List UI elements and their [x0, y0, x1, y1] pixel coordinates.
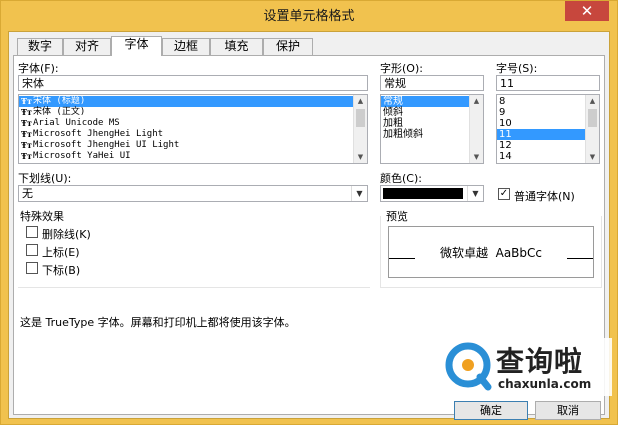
tab-protection[interactable]: 保护	[263, 38, 313, 55]
tab-fill[interactable]: 填充	[210, 38, 263, 55]
chevron-down-icon[interactable]: ▼	[467, 186, 483, 201]
font-list-item-label: Microsoft JhengHei UI Light	[33, 140, 180, 150]
size-list-item-label: 8	[499, 96, 506, 107]
truetype-icon: Ŧт	[21, 129, 32, 139]
subscript-checkbox[interactable]	[26, 262, 38, 274]
tab-font[interactable]: 字体	[111, 36, 162, 56]
style-label: 字形(O):	[380, 62, 423, 75]
font-list-item[interactable]: Ŧт Arial Unicode MS	[19, 118, 367, 129]
font-list-item[interactable]: Ŧт 宋体 (标题)	[19, 96, 367, 107]
font-list-item-label: 宋体 (标题)	[33, 96, 86, 106]
watermark: 查询啦 chaxunla.com	[442, 338, 612, 396]
font-list-item-label: 宋体 (正文)	[33, 107, 86, 117]
subscript-label: 下标(B)	[42, 264, 81, 277]
size-list-item[interactable]: 11	[497, 129, 599, 140]
size-list-item[interactable]: 10	[497, 118, 599, 129]
style-list-item[interactable]: 加粗倾斜	[381, 129, 483, 140]
underline-select[interactable]: 无 ▼	[18, 185, 368, 202]
superscript-checkbox[interactable]	[26, 244, 38, 256]
font-list-item-label: Arial Unicode MS	[33, 118, 120, 128]
size-list-item[interactable]: 9	[497, 107, 599, 118]
color-swatch	[383, 188, 463, 199]
truetype-icon: Ŧт	[21, 151, 32, 161]
scroll-thumb[interactable]	[588, 109, 597, 127]
truetype-icon: Ŧт	[21, 140, 32, 150]
style-list-scrollbar[interactable]: ▲ ▼	[469, 95, 483, 163]
style-list-item[interactable]: 加粗	[381, 118, 483, 129]
font-name-input[interactable]: 宋体	[18, 75, 368, 91]
style-list-item[interactable]: 倾斜	[381, 107, 483, 118]
truetype-icon: Ŧт	[21, 118, 32, 128]
preview-box: 微软卓越 AaBbCc	[388, 226, 594, 278]
scroll-up-icon[interactable]: ▲	[586, 95, 599, 107]
font-list-item[interactable]: Ŧт Microsoft JhengHei Light	[19, 129, 367, 140]
size-list-item-label: 10	[499, 118, 512, 129]
size-list-item-label: 9	[499, 107, 506, 118]
size-list-item[interactable]: 8	[497, 96, 599, 107]
ok-button[interactable]: 确定	[454, 401, 528, 420]
font-list-scrollbar[interactable]: ▲ ▼	[353, 95, 367, 163]
tab-border[interactable]: 边框	[162, 38, 210, 55]
scroll-down-icon[interactable]: ▼	[586, 151, 599, 163]
style-list-item-label: 常规	[383, 96, 403, 107]
watermark-text: 查询啦	[496, 345, 584, 378]
strikethrough-checkbox[interactable]	[26, 226, 38, 238]
font-size-list[interactable]: 8 9 10 11 12 14 ▲ ▼	[496, 94, 600, 164]
color-select[interactable]: ▼	[380, 185, 484, 202]
close-button[interactable]: ✕	[565, 1, 609, 21]
style-list-item[interactable]: 常规	[381, 96, 483, 107]
font-list-item-label: Microsoft YaHei UI	[33, 151, 131, 161]
cancel-button[interactable]: 取消	[535, 401, 601, 420]
font-style-list[interactable]: 常规 倾斜 加粗 加粗倾斜 ▲ ▼	[380, 94, 484, 164]
size-list-item[interactable]: 12	[497, 140, 599, 151]
format-cells-dialog: 设置单元格格式 ✕ 数字 对齐 字体 边框 填充 保护 字体(F): 宋体 Ŧт…	[0, 0, 618, 425]
preview-sample: 微软卓越 AaBbCc	[439, 246, 543, 260]
dialog-title: 设置单元格格式	[263, 9, 355, 24]
font-list-item[interactable]: Ŧт Microsoft JhengHei UI Light	[19, 140, 367, 151]
size-list-item[interactable]: 14	[497, 151, 599, 162]
size-list-item-label: 12	[499, 140, 512, 151]
font-list[interactable]: Ŧт 宋体 (标题) Ŧт 宋体 (正文) Ŧт Arial Unicode MS Ŧт Mi…	[18, 94, 368, 164]
superscript-label: 上标(E)	[42, 246, 80, 259]
truetype-icon: Ŧт	[21, 107, 32, 117]
font-description: 这是 TrueType 字体。屏幕和打印机上都将使用该字体。	[20, 316, 296, 329]
size-list-item-label: 14	[499, 151, 512, 162]
font-style-input[interactable]: 常规	[380, 75, 484, 91]
underline-label: 下划线(U):	[18, 172, 72, 185]
style-list-item-label: 加粗倾斜	[383, 129, 423, 140]
style-list-item-label: 倾斜	[383, 107, 403, 118]
normal-font-checkbox[interactable]: ✓	[498, 188, 510, 200]
style-list-item-label: 加粗	[383, 118, 403, 129]
underline-value: 无	[22, 187, 33, 200]
tab-number[interactable]: 数字	[17, 38, 63, 55]
scroll-thumb[interactable]	[356, 109, 365, 127]
scroll-up-icon[interactable]: ▲	[354, 95, 367, 107]
size-list-item-label: 11	[499, 129, 512, 140]
tab-alignment[interactable]: 对齐	[63, 38, 111, 55]
font-list-item[interactable]: Ŧт 宋体 (正文)	[19, 107, 367, 118]
font-list-item-label: Microsoft JhengHei Light	[33, 129, 164, 139]
scroll-down-icon[interactable]: ▼	[470, 151, 483, 163]
scroll-down-icon[interactable]: ▼	[354, 151, 367, 163]
font-list-item[interactable]: Ŧт Microsoft YaHei UI	[19, 151, 367, 162]
chevron-down-icon[interactable]: ▼	[351, 186, 367, 201]
size-list-scrollbar[interactable]: ▲ ▼	[585, 95, 599, 163]
size-label: 字号(S):	[496, 62, 538, 75]
chaxunla-logo-icon	[445, 342, 492, 391]
normal-font-label: 普通字体(N)	[514, 190, 575, 203]
color-label: 颜色(C):	[380, 172, 422, 185]
title-bar[interactable]: 设置单元格格式 ✕	[1, 1, 617, 27]
watermark-url: chaxunla.com	[498, 377, 592, 391]
strikethrough-label: 删除线(K)	[42, 228, 91, 241]
font-size-input[interactable]: 11	[496, 75, 600, 91]
scroll-up-icon[interactable]: ▲	[470, 95, 483, 107]
truetype-icon: Ŧт	[21, 96, 32, 106]
font-label: 字体(F):	[18, 62, 59, 75]
